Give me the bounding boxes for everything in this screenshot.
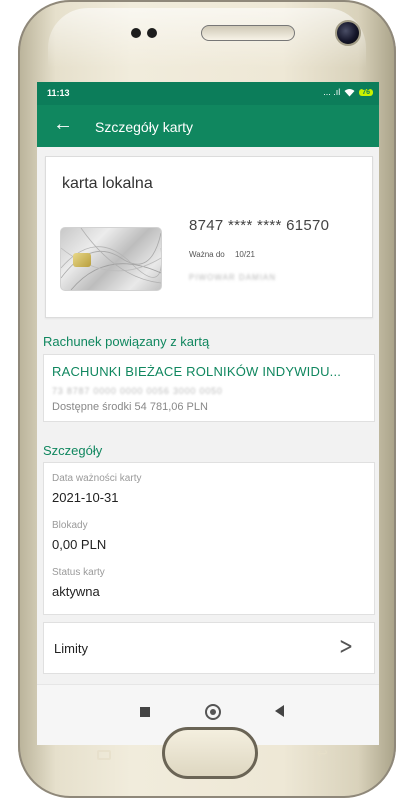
hardware-home-button[interactable] bbox=[162, 727, 258, 779]
status-bar: 11:13 ... .ıl 76 bbox=[37, 82, 379, 105]
account-heading: Rachunek powiązany z kartą bbox=[43, 334, 210, 349]
back-triangle-icon[interactable] bbox=[275, 705, 284, 717]
card-image bbox=[60, 227, 162, 291]
card-chip bbox=[73, 253, 91, 267]
signal-icon: ... .ıl bbox=[323, 87, 341, 97]
recent-apps-icon[interactable] bbox=[140, 707, 150, 717]
valid-label: Ważna do bbox=[189, 250, 225, 259]
limits-row[interactable]: Limity > bbox=[43, 622, 375, 674]
expiry-label: Data ważności karty bbox=[52, 473, 142, 484]
card-holder: PIWOWAR DAMIAN bbox=[189, 273, 277, 282]
hardware-back-icon[interactable]: ↩ bbox=[316, 745, 328, 762]
page-title: Szczegóły karty bbox=[95, 119, 194, 135]
front-camera bbox=[335, 20, 361, 46]
expiry-value: 2021-10-31 bbox=[52, 490, 119, 505]
valid-value: 10/21 bbox=[234, 250, 255, 259]
status-time: 11:13 bbox=[47, 88, 70, 98]
wifi-icon bbox=[344, 88, 355, 96]
limits-label: Limity bbox=[54, 641, 88, 656]
proximity-sensor bbox=[131, 28, 141, 38]
status-label: Status karty bbox=[52, 567, 105, 578]
app-bar: ← Szczegóły karty bbox=[37, 105, 379, 147]
details-heading: Szczegóły bbox=[43, 443, 103, 458]
card-panel: karta lokalna 8747 **** **** 61570 Ważna… bbox=[45, 156, 373, 318]
card-number: 8747 **** **** 61570 bbox=[189, 217, 330, 234]
card-name: karta lokalna bbox=[62, 175, 153, 192]
linked-account[interactable]: RACHUNKI BIEŻACE ROLNIKÓW INDYWIDU... 73… bbox=[43, 354, 375, 422]
arrow-left-icon[interactable]: ← bbox=[53, 113, 73, 136]
account-number: 73 8787 0000 0000 0056 3000 0050 bbox=[52, 386, 223, 396]
home-icon[interactable] bbox=[205, 704, 221, 720]
blocks-label: Blokady bbox=[52, 520, 88, 531]
hardware-recent-icon[interactable] bbox=[97, 750, 111, 760]
available-funds: Dostępne środki 54 781,06 PLN bbox=[52, 401, 208, 413]
phone-screen: 11:13 ... .ıl 76 ← Szczegóły karty karta… bbox=[37, 82, 379, 745]
light-sensor bbox=[147, 28, 157, 38]
battery-icon: 76 bbox=[359, 88, 373, 96]
details-panel: Data ważności karty 2021-10-31 Blokady 0… bbox=[43, 462, 375, 615]
card-valid: Ważna do 10/21 bbox=[189, 250, 255, 259]
chevron-right-icon: > bbox=[338, 632, 353, 660]
earpiece-speaker bbox=[201, 25, 295, 41]
status-value: aktywna bbox=[52, 584, 100, 599]
blocks-value: 0,00 PLN bbox=[52, 537, 107, 552]
account-name: RACHUNKI BIEŻACE ROLNIKÓW INDYWIDU... bbox=[52, 364, 342, 379]
